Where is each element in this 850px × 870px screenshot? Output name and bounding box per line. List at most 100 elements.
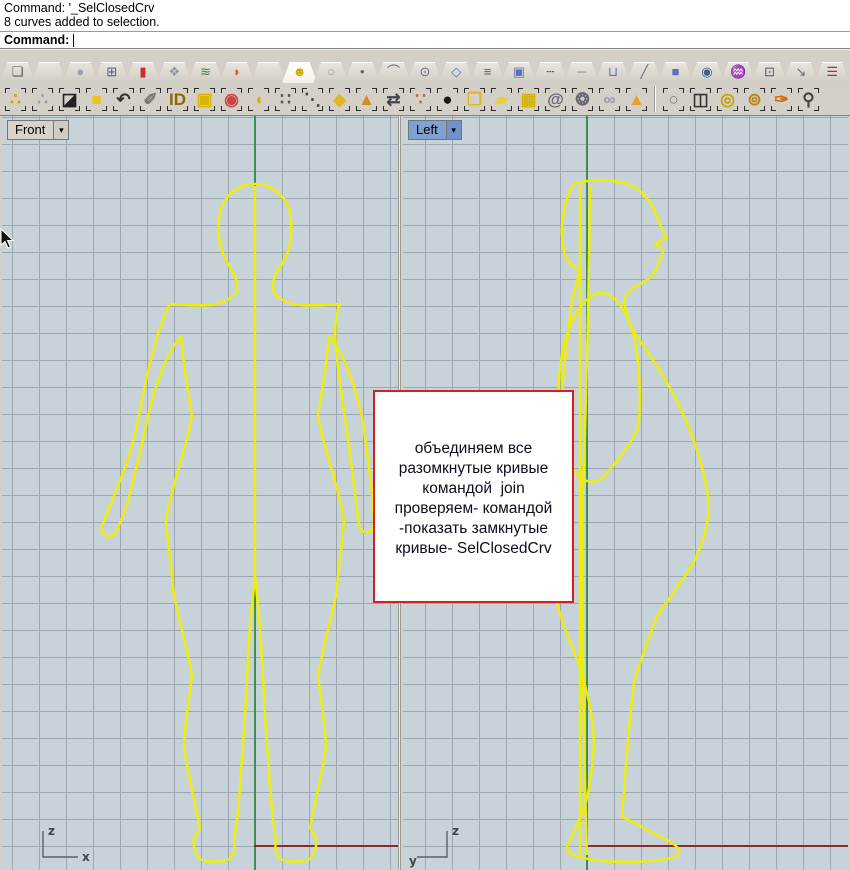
- render-tab[interactable]: ●: [63, 62, 98, 83]
- select-tool-glyph: @: [547, 91, 564, 108]
- select-tool-glyph: ⊚: [747, 91, 761, 108]
- toolbar-tab-icon: ⌒: [376, 63, 411, 81]
- invert-selection-icon[interactable]: ◪: [56, 85, 83, 114]
- select-cones-icon[interactable]: ▲: [353, 85, 380, 114]
- hatch-tab[interactable]: ≋: [188, 62, 223, 83]
- point-edit-tab[interactable]: ┄: [533, 62, 568, 83]
- select-dense-points-icon[interactable]: ⋱: [299, 85, 326, 114]
- select-by-pick-icon[interactable]: ✐: [137, 85, 164, 114]
- select-curve-points-icon[interactable]: ❂: [569, 85, 596, 114]
- pan-tab[interactable]: ❖: [157, 62, 192, 83]
- select-last-icon[interactable]: ◎: [714, 85, 741, 114]
- toolbar-tab-icon: ≋: [188, 63, 223, 81]
- select-tool-glyph: ▣: [196, 91, 212, 108]
- select-tab[interactable]: ☻: [282, 62, 317, 83]
- select-open-surfaces-icon[interactable]: ❒: [461, 85, 488, 114]
- toolbar-tab-icon: ☻: [282, 63, 317, 81]
- select-solids-icon[interactable]: ■: [83, 85, 110, 114]
- viewport-layout-tab[interactable]: ⊞: [94, 62, 129, 83]
- body-front-curves[interactable]: [2, 116, 398, 870]
- transform-box-tab[interactable]: ▣: [501, 62, 536, 83]
- undo-selection-icon[interactable]: ↶: [110, 85, 137, 114]
- line-tab[interactable]: ─: [564, 62, 599, 83]
- deselect-points-icon[interactable]: ∴: [29, 85, 56, 114]
- select-tool-glyph: ∞: [603, 91, 615, 108]
- solid-box-tab[interactable]: ■: [658, 62, 693, 83]
- toolbar-tab-icon: ❖: [157, 63, 192, 81]
- select-tool-glyph: ↶: [116, 91, 130, 108]
- polyline-tab[interactable]: ╱: [627, 62, 662, 83]
- toolbar-tab-shape: [251, 62, 286, 83]
- analyze-tab[interactable]: ▮: [125, 62, 160, 83]
- new-file-tab[interactable]: ❏: [0, 62, 35, 83]
- select-spheres-icon[interactable]: ●: [434, 85, 461, 114]
- select-tool-glyph: ◎: [720, 91, 735, 108]
- blank-tab[interactable]: [31, 62, 66, 83]
- body-front-outline-curve[interactable]: [102, 184, 374, 862]
- select-by-color-icon[interactable]: ◉: [218, 85, 245, 114]
- chevron-down-icon[interactable]: ▾: [53, 121, 68, 139]
- select-chains-icon[interactable]: ∞: [596, 85, 623, 114]
- select-crossing-icon[interactable]: ⇄: [380, 85, 407, 114]
- toolbar-tab-icon: ┄: [533, 63, 568, 81]
- select-tool-glyph: ID: [169, 91, 186, 108]
- select-tool-glyph: ∵: [415, 91, 426, 108]
- contour-tab[interactable]: ♒: [721, 62, 756, 83]
- blank-tab-2[interactable]: [251, 62, 286, 83]
- command-prompt[interactable]: Command:: [0, 32, 850, 49]
- axis-indicator-left: z y: [409, 821, 479, 869]
- cylinder-tab[interactable]: ⊔: [595, 62, 630, 83]
- viewport-title-left[interactable]: Left ▾: [408, 120, 462, 140]
- point-tab[interactable]: •: [345, 62, 380, 83]
- select-sphere-wire-icon[interactable]: ○: [660, 85, 687, 114]
- select-planar-icon[interactable]: ▰: [488, 85, 515, 114]
- leader-tab[interactable]: ↘: [783, 62, 818, 83]
- wedge-tab[interactable]: ◗: [219, 62, 254, 83]
- viewport-front[interactable]: z x Front ▾: [0, 116, 398, 870]
- stack-tab[interactable]: ≡: [470, 62, 505, 83]
- select-box-wire-icon[interactable]: ◫: [687, 85, 714, 114]
- layout-tab[interactable]: ⊡: [752, 62, 787, 83]
- lights-tab[interactable]: ○: [313, 62, 348, 83]
- match-brush-icon[interactable]: ✑: [768, 85, 795, 114]
- select-color-dots-icon[interactable]: ∵: [407, 85, 434, 114]
- select-tool-glyph: ■: [91, 91, 101, 108]
- select-meshes-icon[interactable]: ▦: [515, 85, 542, 114]
- annotation-note: объединяем все разомкнутые кривые команд…: [373, 390, 574, 603]
- layers-tab[interactable]: ☰: [815, 62, 850, 83]
- toolbar-tab-icon: ❏: [0, 63, 35, 81]
- select-pyramids-icon[interactable]: ▲: [623, 85, 650, 114]
- select-wedges-icon[interactable]: ◖: [245, 85, 272, 114]
- toolbar-spacer: [0, 49, 850, 59]
- body-side-centerline-curves[interactable]: [580, 185, 590, 855]
- axis-label-z: z: [452, 824, 459, 838]
- boolean-tab[interactable]: ◉: [689, 62, 724, 83]
- toolbar-tab-icon: ○: [313, 63, 348, 81]
- command-history-line: Command: '_SelClosedCrv: [4, 1, 846, 15]
- zoom-selected-icon[interactable]: ⚲: [795, 85, 822, 114]
- curve-tab[interactable]: ⌒: [376, 62, 411, 83]
- select-tool-glyph: ❒: [467, 91, 482, 108]
- command-history: Command: '_SelClosedCrv 8 curves added t…: [0, 0, 850, 32]
- select-points-icon[interactable]: ∴: [2, 85, 29, 114]
- viewport-title-front[interactable]: Front ▾: [7, 120, 69, 140]
- toolbar-tab-icon: ●: [63, 63, 98, 81]
- select-tool-glyph: ▲: [358, 91, 375, 108]
- toolbar-tab-icon: ─: [564, 63, 599, 81]
- drape-tab[interactable]: ◇: [439, 62, 474, 83]
- select-by-id-icon[interactable]: ID: [164, 85, 191, 114]
- chevron-down-icon[interactable]: ▾: [446, 121, 461, 139]
- select-tool-glyph: ◪: [61, 91, 77, 108]
- select-point-clouds-icon[interactable]: ∷: [272, 85, 299, 114]
- axis-indicator-front: z x: [30, 821, 100, 869]
- toolbar-divider: [654, 86, 656, 112]
- select-volume-icon[interactable]: ⊚: [741, 85, 768, 114]
- select-tool-glyph: ▦: [520, 91, 536, 108]
- select-duplicates-icon[interactable]: ▣: [191, 85, 218, 114]
- select-tool-glyph: ◆: [333, 91, 346, 108]
- select-tool-glyph: ⋱: [304, 91, 321, 108]
- toolbar-tab-icon: ■: [658, 63, 693, 81]
- select-polysurfaces-icon[interactable]: ◆: [326, 85, 353, 114]
- select-open-curves-icon[interactable]: @: [542, 85, 569, 114]
- ellipse-tab[interactable]: ⊙: [407, 62, 442, 83]
